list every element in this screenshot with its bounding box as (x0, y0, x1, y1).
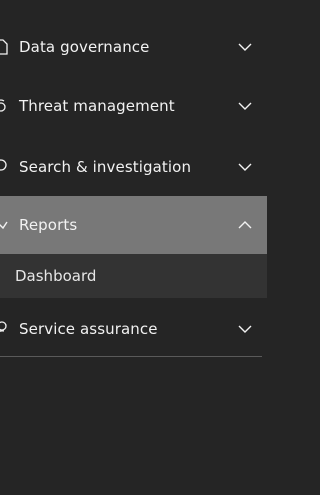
document-icon (0, 39, 8, 55)
nav-item-label: Reports (19, 216, 78, 234)
nav-item-label: Data governance (19, 38, 150, 56)
nav-subitem-dashboard[interactable]: Dashboard (0, 254, 267, 298)
nav-subitem-label: Dashboard (15, 267, 97, 285)
nav-divider (0, 356, 262, 357)
nav-item-search-investigation[interactable]: Search & investigation (0, 138, 267, 196)
side-navigation: Data governance Threat management Search… (0, 0, 267, 495)
nav-item-data-governance[interactable]: Data governance (0, 18, 267, 76)
biohazard-icon (0, 98, 8, 114)
chevron-down-icon[interactable] (238, 40, 252, 54)
nav-item-label: Search & investigation (19, 158, 192, 176)
nav-item-reports[interactable]: Reports (0, 196, 267, 254)
nav-item-threat-management[interactable]: Threat management (0, 77, 267, 135)
search-icon (0, 159, 8, 175)
chevron-up-icon[interactable] (238, 218, 252, 232)
chart-icon (0, 217, 8, 233)
nav-item-label: Service assurance (19, 320, 158, 338)
person-icon (0, 321, 8, 337)
chevron-down-icon[interactable] (238, 160, 252, 174)
nav-item-service-assurance[interactable]: Service assurance (0, 300, 267, 358)
chevron-down-icon[interactable] (238, 99, 252, 113)
nav-item-label: Threat management (19, 97, 175, 115)
chevron-down-icon[interactable] (238, 322, 252, 336)
